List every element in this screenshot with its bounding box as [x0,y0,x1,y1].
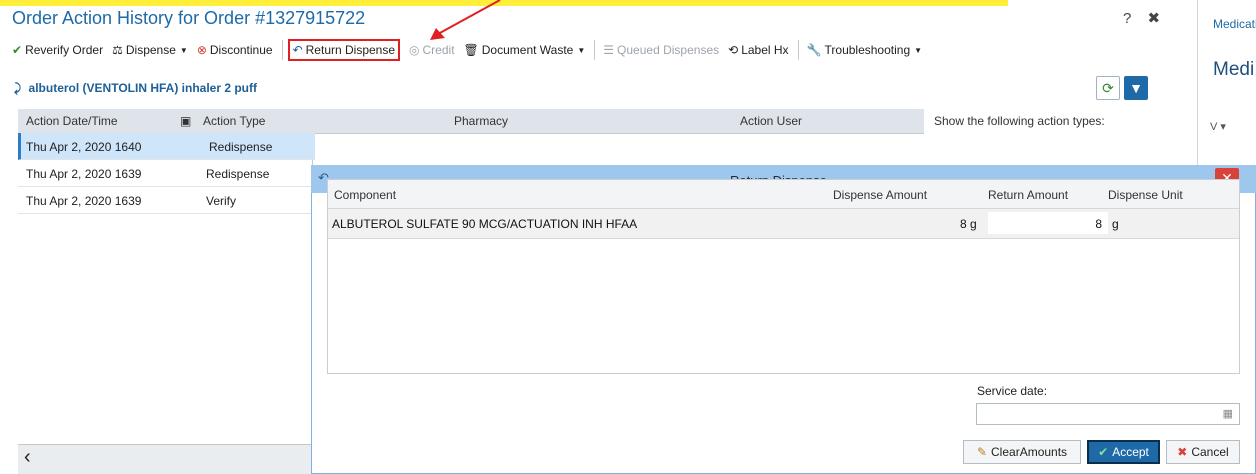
help-circle-icon[interactable]: ? [1123,10,1131,27]
return-dispense-label: Return Dispense [305,43,396,57]
table-row[interactable]: Thu Apr 2, 2020 1640 Redispense [18,133,315,160]
column-header-dispense-amount: Dispense Amount [833,188,928,202]
filter-panel-title: Show the following action types: [934,114,1105,128]
row-datetime: Thu Apr 2, 2020 1639 [26,167,142,181]
chevron-down-icon: ▼ [914,45,923,55]
row-datetime: Thu Apr 2, 2020 1639 [26,194,142,208]
wrench-icon: 🔧 [806,43,822,57]
cancel-label: Cancel [1191,445,1229,459]
row-action-type: Verify [206,194,237,208]
trash-icon: 🗑 [463,43,479,57]
column-header-action-user[interactable]: Action User [740,114,802,128]
dispense-button[interactable]: ⚖ Dispense ▼ [112,43,188,57]
dispense-label: Dispense [125,43,176,57]
queued-dispenses-button[interactable]: ☰ Queued Dispenses [603,43,719,57]
column-header-return-amount: Return Amount [988,188,1069,202]
clear-amounts-button[interactable]: ✎ ClearAmounts [963,440,1081,464]
toolbar-separator [594,40,596,60]
row-action-type: Redispense [206,167,270,181]
checkmark-icon: ✔ [1098,445,1109,459]
return-arrow-icon: ↶ [292,43,303,57]
dispense-amount: 8 g [960,217,977,231]
component-table-header: Component Dispense Amount Return Amount … [328,180,1239,209]
close-icon: ✖ [1177,445,1188,459]
medication-name: albuterol (VENTOLIN HFA) inhaler 2 puff [28,81,258,95]
document-waste-button[interactable]: 🗑 Document Waste ▼ [464,43,586,57]
chevron-down-icon: ▼ [179,45,188,55]
refresh-icon: ⟳ [1102,80,1114,96]
refresh-button[interactable]: ⟳ [1096,76,1120,100]
troubleshooting-button[interactable]: 🔧 Troubleshooting ▼ [807,43,923,57]
filter-icon: ▼ [1129,80,1143,96]
right-panel-heading: Medi [1213,59,1255,80]
toolbar: ✔ Reverify Order ⚖ Dispense ▼ ⊗ Disconti… [12,38,931,62]
column-header-dispense-unit: Dispense Unit [1108,188,1183,202]
inhaler-icon: ⤸ [14,81,22,95]
close-icon[interactable]: ✖ [1148,10,1161,27]
table-row[interactable]: Thu Apr 2, 2020 1639 Verify [18,187,312,214]
toolbar-separator [797,40,799,60]
chevron-left-icon[interactable]: ‹ [24,446,31,469]
queue-icon: ☰ [603,43,615,57]
table-row[interactable]: Thu Apr 2, 2020 1639 Redispense [18,160,312,187]
troubleshooting-label: Troubleshooting [824,43,911,57]
credit-label: Credit [422,43,455,57]
clear-amounts-label: ClearAmounts [991,445,1068,459]
calendar-icon[interactable]: ▦ [1223,407,1233,420]
document-waste-label: Document Waste [481,43,574,57]
cancel-button[interactable]: ✖ Cancel [1166,440,1240,464]
list-scrollbar[interactable] [18,444,312,474]
chevron-down-icon: ▼ [577,45,586,55]
discontinue-button[interactable]: ⊗ Discontinue [197,43,273,57]
return-amount-input[interactable]: 8 [988,212,1108,234]
component-name: ALBUTEROL SULFATE 90 MCG/ACTUATION INH H… [332,217,638,231]
discontinue-label: Discontinue [209,43,273,57]
accept-label: Accept [1112,445,1149,459]
action-history-list: Thu Apr 2, 2020 1640 Redispense Thu Apr … [18,133,315,473]
right-panel-column-label[interactable]: V ▾ [1210,120,1226,133]
dispense-icon: ⚖ [112,43,123,57]
toolbar-separator [281,40,283,60]
order-medication: ⤸ albuterol (VENTOLIN HFA) inhaler 2 puf… [14,81,257,96]
column-header-action-type[interactable]: Action Type [203,114,265,128]
reverify-order-button[interactable]: ✔ Reverify Order [12,43,103,57]
window-title: Order Action History for Order #13279157… [12,8,366,28]
credit-button[interactable]: ◎ Credit [409,43,455,57]
eraser-icon: ✎ [976,445,988,459]
credit-icon: ◎ [409,43,420,57]
row-action-type: Redispense [209,140,273,154]
return-amount-value: 8 [1095,217,1102,231]
column-header-datetime[interactable]: Action Date/Time [26,114,118,128]
stop-circle-icon: ⊗ [196,43,207,57]
service-date-label: Service date: [977,384,1048,398]
reverify-order-label: Reverify Order [25,43,104,57]
window-controls: ? ✖ [1123,9,1172,27]
grid-header: Action Date/Time ▣ Action Type Pharmacy … [18,109,924,134]
label-hx-button[interactable]: ⟲ Label Hx [728,43,788,57]
table-row[interactable]: ALBUTEROL SULFATE 90 MCG/ACTUATION INH H… [328,209,1239,239]
accept-button[interactable]: ✔ Accept [1087,440,1160,464]
label-hx-label: Label Hx [741,43,789,57]
row-datetime: Thu Apr 2, 2020 1640 [26,140,142,154]
dispense-unit: g [1112,217,1119,231]
column-header-component: Component [334,188,397,202]
rx-icon: ▣ [180,114,192,128]
label-history-icon: ⟲ [728,43,739,57]
column-header-pharmacy[interactable]: Pharmacy [454,114,508,128]
service-date-field[interactable]: ▦ [976,403,1240,425]
checkmark-icon: ✔ [12,43,23,57]
return-dispense-button[interactable]: ↶ Return Dispense [287,39,401,61]
filter-button[interactable]: ▼ [1124,76,1148,100]
queued-dispenses-label: Queued Dispenses [617,43,720,57]
tab-medication[interactable]: Medication [1213,17,1256,31]
